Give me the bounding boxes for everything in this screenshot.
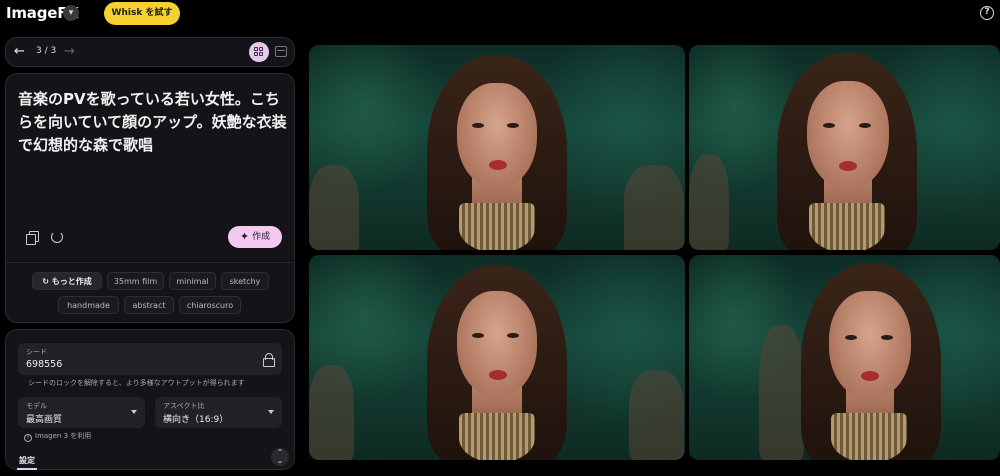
more-create-label: もっと作成 bbox=[51, 277, 92, 286]
copy-icon[interactable] bbox=[26, 231, 39, 245]
model-label: モデル bbox=[26, 402, 47, 410]
dropdown-caret-icon bbox=[268, 410, 274, 414]
info-icon: ? bbox=[24, 434, 32, 442]
refresh-icon: ↻ bbox=[42, 277, 49, 286]
seed-hint: シードのロックを解除すると、より多様なアウトプットが得られます bbox=[28, 379, 245, 387]
create-button-label: 作成 bbox=[252, 232, 271, 242]
seed-value[interactable]: 698556 bbox=[26, 359, 62, 370]
style-chip[interactable]: 35mm film bbox=[107, 272, 164, 290]
style-chip[interactable]: minimal bbox=[169, 272, 216, 290]
expand-icon[interactable]: ⌃ ⌄ bbox=[271, 448, 289, 466]
generated-image-4[interactable] bbox=[689, 255, 1000, 460]
style-chip[interactable]: abstract bbox=[124, 296, 174, 314]
tab-settings[interactable]: 設定 bbox=[19, 455, 35, 466]
dropdown-caret-icon bbox=[131, 410, 137, 414]
settings-panel: シード 698556 シードのロックを解除すると、より多様なアウトプットが得られ… bbox=[5, 329, 295, 470]
back-arrow-icon[interactable]: ← bbox=[14, 44, 25, 59]
unlock-icon[interactable] bbox=[263, 353, 275, 367]
style-chip[interactable]: sketchy bbox=[221, 272, 269, 290]
model-select[interactable]: モデル 最高画質 bbox=[18, 397, 145, 428]
sparkle-icon: ✦ bbox=[239, 230, 250, 243]
model-value: 最高画質 bbox=[26, 415, 63, 425]
aspect-ratio-select[interactable]: アスペクト比 横向き（16:9） bbox=[155, 397, 282, 428]
imagen-note-text: Imagen 3 を利用 bbox=[35, 432, 92, 440]
style-chip[interactable]: handmade bbox=[58, 296, 119, 314]
generated-image-3[interactable] bbox=[309, 255, 685, 460]
style-chip[interactable]: chiaroscuro bbox=[179, 296, 241, 314]
reset-icon[interactable] bbox=[51, 231, 63, 243]
page-counter: 3 / 3 bbox=[36, 46, 57, 56]
imagen-note: ? Imagen 3 を利用 bbox=[24, 431, 91, 442]
view-toggle bbox=[249, 42, 293, 62]
top-bar: ImageFX ▾ Whisk を試す ? bbox=[0, 0, 1000, 32]
seed-field[interactable]: シード 698556 bbox=[18, 343, 282, 375]
generated-image-1[interactable] bbox=[309, 45, 685, 250]
grid-view-icon[interactable] bbox=[249, 42, 269, 62]
tab-indicator bbox=[17, 468, 37, 470]
divider bbox=[6, 262, 294, 263]
chevron-down-icon[interactable]: ▾ bbox=[63, 5, 79, 21]
aspect-ratio-label: アスペクト比 bbox=[163, 402, 205, 410]
result-navigation: ← 3 / 3 → bbox=[5, 37, 295, 67]
prompt-panel: 音楽のPVを歌っている若い女性。こちらを向いていて顔のアップ。妖艶な衣装で幻想的… bbox=[5, 73, 295, 323]
more-create-chip[interactable]: ↻ もっと作成 bbox=[32, 272, 102, 290]
try-whisk-button[interactable]: Whisk を試す bbox=[104, 2, 180, 25]
seed-label: シード bbox=[26, 348, 47, 356]
help-icon[interactable]: ? bbox=[980, 6, 994, 20]
single-view-icon[interactable] bbox=[275, 46, 287, 57]
prompt-textarea[interactable]: 音楽のPVを歌っている若い女性。こちらを向いていて顔のアップ。妖艶な衣装で幻想的… bbox=[18, 88, 290, 157]
aspect-ratio-value: 横向き（16:9） bbox=[163, 415, 229, 425]
forward-arrow-icon[interactable]: → bbox=[64, 44, 75, 59]
create-button[interactable]: ✦ 作成 bbox=[228, 226, 282, 248]
generated-image-2[interactable] bbox=[689, 45, 1000, 250]
